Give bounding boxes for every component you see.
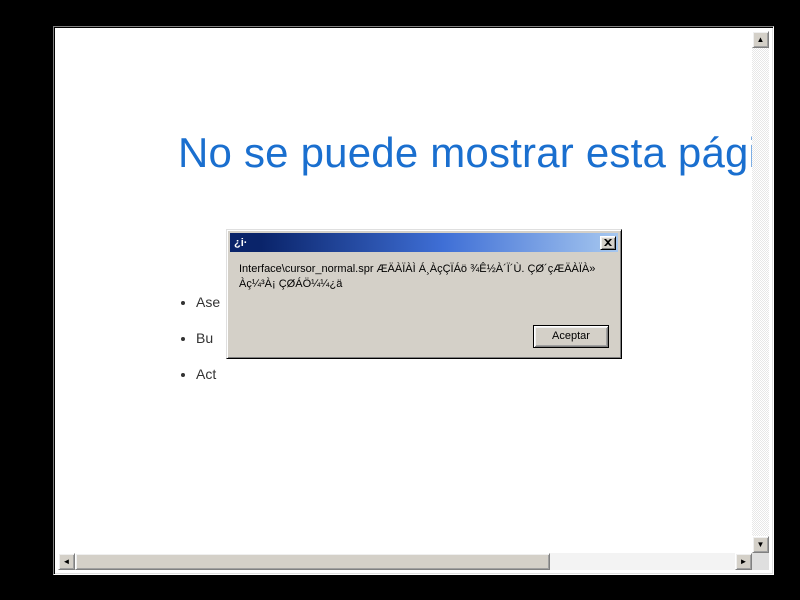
scroll-down-button[interactable]: ▼ [752,536,769,553]
error-suggestion-list: Ase Bu Act [196,294,220,402]
vertical-scrollbar[interactable]: ▲ ▼ [752,31,769,553]
scroll-up-button[interactable]: ▲ [752,31,769,48]
error-dialog: ¿i· Interface\cursor_normal.spr ÆÄÀÏÀÌ Á… [226,229,622,359]
dialog-title: ¿i· [234,237,600,249]
close-icon [604,239,612,247]
scroll-left-button[interactable]: ◄ [58,553,75,570]
close-button[interactable] [600,236,616,250]
ok-button[interactable]: Aceptar [533,325,609,348]
scroll-thumb[interactable] [75,553,550,570]
list-item: Ase [196,294,220,310]
list-item: Bu [196,330,220,346]
scroll-right-button[interactable]: ► [735,553,752,570]
dialog-message: Interface\cursor_normal.spr ÆÄÀÏÀÌ Á¸ÀçÇ… [239,262,609,292]
horizontal-scrollbar[interactable]: ◄ ► [58,553,752,570]
list-item: Act [196,366,220,382]
scroll-track[interactable] [75,553,735,570]
scrollbar-corner [752,553,769,570]
page-heading: No se puede mostrar esta página [178,127,754,180]
scroll-track[interactable] [752,48,769,536]
dialog-titlebar[interactable]: ¿i· [230,233,618,252]
